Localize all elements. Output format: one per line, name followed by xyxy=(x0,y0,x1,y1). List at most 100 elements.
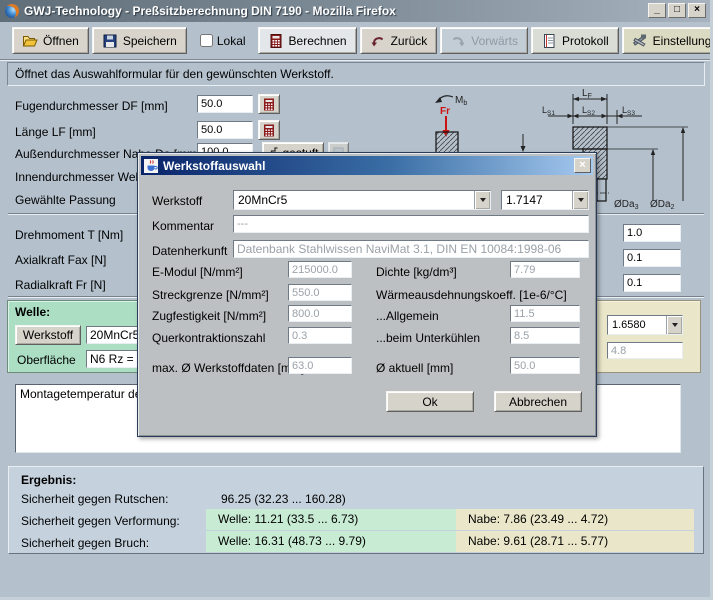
werkstoffnummer-combobox[interactable]: 1.7147 xyxy=(501,190,589,210)
bruch-label: Sicherheit gegen Bruch: xyxy=(21,533,149,554)
welle-title: Welle: xyxy=(15,305,50,319)
cancel-label: Abbrechen xyxy=(509,395,567,409)
laenge-label: Länge LF [mm] xyxy=(15,125,96,139)
rutschen-value: 96.25 (32.23 ... 160.28) xyxy=(221,489,346,510)
bruch-nabe-value: Nabe: 9.61 (28.71 ... 5.77) xyxy=(456,531,694,552)
svg-text:LS2: LS2 xyxy=(582,105,595,117)
werkstoff-combo-arrow-button[interactable] xyxy=(474,191,490,209)
welle-werkstoff-button-label: Werkstoff xyxy=(23,328,73,342)
dialog-title: Werkstoffauswahl xyxy=(163,159,265,173)
status-text: Öffnet das Auswahlformular für den gewün… xyxy=(15,67,334,81)
hub-tab xyxy=(597,179,606,201)
window-title: GWJ-Technology - Preßsitzberechnung DIN … xyxy=(24,4,396,18)
maximize-icon: □ xyxy=(674,4,680,15)
save-label: Speichern xyxy=(123,34,177,48)
verformung-welle-value: Welle: 11.21 (33.5 ... 6.73) xyxy=(206,509,456,530)
werkstoff-combobox[interactable]: 20MnCr5 xyxy=(233,190,491,210)
calculator-icon xyxy=(263,124,275,137)
open-folder-icon xyxy=(22,33,38,49)
settings-label: Einstellungen xyxy=(653,34,713,48)
application-window: GWJ-Technology - Preßsitzberechnung DIN … xyxy=(0,0,713,600)
svg-text:ØDa2: ØDa2 xyxy=(650,199,675,211)
ok-button[interactable]: Ok xyxy=(386,391,474,412)
open-button[interactable]: Öffnen xyxy=(12,27,89,54)
unterkuehlen-label: ...beim Unterkühlen xyxy=(376,331,480,345)
ok-label: Ok xyxy=(422,395,437,409)
cancel-button[interactable]: Abbrechen xyxy=(494,391,582,412)
laenge-input[interactable] xyxy=(197,121,253,139)
close-icon: × xyxy=(694,4,700,15)
max-durchmesser-label: max. Ø Werkstoffdaten [mm] xyxy=(152,361,304,375)
fugendurchmesser-calc-button[interactable] xyxy=(258,94,280,114)
werkstoff-value: 20MnCr5 xyxy=(234,193,474,207)
svg-text:ØDa3: ØDa3 xyxy=(614,199,639,211)
zugfestigkeit-field xyxy=(288,305,352,322)
streckgrenze-label: Streckgrenze [N/mm²] xyxy=(152,288,269,302)
forward-arrow-icon xyxy=(450,33,466,49)
radial-force-label: Fr xyxy=(440,106,450,117)
calculator-icon xyxy=(263,98,275,111)
local-checkbox[interactable] xyxy=(200,34,213,47)
drehmoment-input[interactable] xyxy=(623,224,681,242)
axialkraft-input[interactable] xyxy=(623,249,681,267)
protocol-label: Protokoll xyxy=(562,34,609,48)
dichte-label: Dichte [kg/dm³] xyxy=(376,265,457,279)
svg-text:LS3: LS3 xyxy=(622,105,635,117)
save-button[interactable]: Speichern xyxy=(92,27,187,54)
svg-text:LF: LF xyxy=(582,88,592,100)
dichte-field xyxy=(510,261,580,278)
werkstoffnummer-combo-arrow-button[interactable] xyxy=(572,191,588,209)
streckgrenze-field xyxy=(288,284,352,301)
allgemein-field xyxy=(510,305,580,322)
chevron-down-icon xyxy=(480,198,486,205)
rutschen-label: Sicherheit gegen Rutschen: xyxy=(21,489,168,510)
verformung-label: Sicherheit gegen Verformung: xyxy=(21,511,180,532)
local-label: Lokal xyxy=(217,34,246,48)
window-titlebar[interactable]: GWJ-Technology - Preßsitzberechnung DIN … xyxy=(0,0,713,22)
protocol-button[interactable]: Protokoll xyxy=(531,27,619,54)
zugfestigkeit-label: Zugfestigkeit [N/mm²] xyxy=(152,309,266,323)
maximize-button[interactable]: □ xyxy=(668,3,686,18)
nabe-combo-arrow-button[interactable] xyxy=(666,316,682,334)
drehmoment-label: Drehmoment T [Nm] xyxy=(15,228,123,242)
hub-flange xyxy=(573,127,607,149)
querkontraktion-field xyxy=(288,327,352,344)
datenherkunft-label: Datenherkunft xyxy=(152,244,227,258)
floppy-disk-icon xyxy=(102,33,118,49)
nabe-werkstoff-value: 1.6580 xyxy=(608,319,666,331)
chevron-down-icon xyxy=(578,198,584,205)
settings-button[interactable]: Einstellungen xyxy=(622,27,713,54)
allgemein-label: ...Allgemein xyxy=(376,309,439,323)
dialog-titlebar[interactable]: Werkstoffauswahl × xyxy=(141,156,593,175)
back-label: Zurück xyxy=(391,34,428,48)
axialkraft-label: Axialkraft Fax [N] xyxy=(15,253,106,267)
werkstoffnummer-value: 1.7147 xyxy=(502,193,572,207)
calculate-button[interactable]: Berechnen xyxy=(258,27,357,54)
laenge-calc-button[interactable] xyxy=(258,120,280,140)
back-arrow-icon xyxy=(370,33,386,49)
kommentar-field xyxy=(233,215,589,233)
werkstoff-label: Werkstoff xyxy=(152,194,202,208)
innendurchmesser-label: Innendurchmesser Wel xyxy=(15,170,138,184)
forward-label: Vorwärts xyxy=(471,34,518,48)
unterkuehlen-field xyxy=(510,327,580,344)
close-button[interactable]: × xyxy=(688,3,706,18)
nabe-werkstoff-combobox[interactable]: 1.6580 xyxy=(607,315,683,335)
fugendurchmesser-input[interactable] xyxy=(197,95,253,113)
welle-werkstoff-button[interactable]: Werkstoff xyxy=(15,325,81,345)
emodul-label: E-Modul [N/mm²] xyxy=(152,265,243,279)
nabe-rz-field xyxy=(607,342,683,359)
chevron-down-icon xyxy=(672,323,678,330)
forward-button[interactable]: Vorwärts xyxy=(440,27,528,54)
radialkraft-input[interactable] xyxy=(623,274,681,292)
status-bar: Öffnet das Auswahlformular für den gewün… xyxy=(7,62,705,86)
document-icon xyxy=(541,33,557,49)
datenherkunft-field xyxy=(233,240,589,258)
fugendurchmesser-label: Fugendurchmesser DF [mm] xyxy=(15,99,168,113)
back-button[interactable]: Zurück xyxy=(360,27,438,54)
montage-text: Montagetemperatur der xyxy=(20,387,145,401)
minimize-button[interactable]: _ xyxy=(648,3,666,18)
kommentar-label: Kommentar xyxy=(152,219,214,233)
dialog-close-button[interactable]: × xyxy=(574,158,591,173)
open-label: Öffnen xyxy=(43,34,79,48)
